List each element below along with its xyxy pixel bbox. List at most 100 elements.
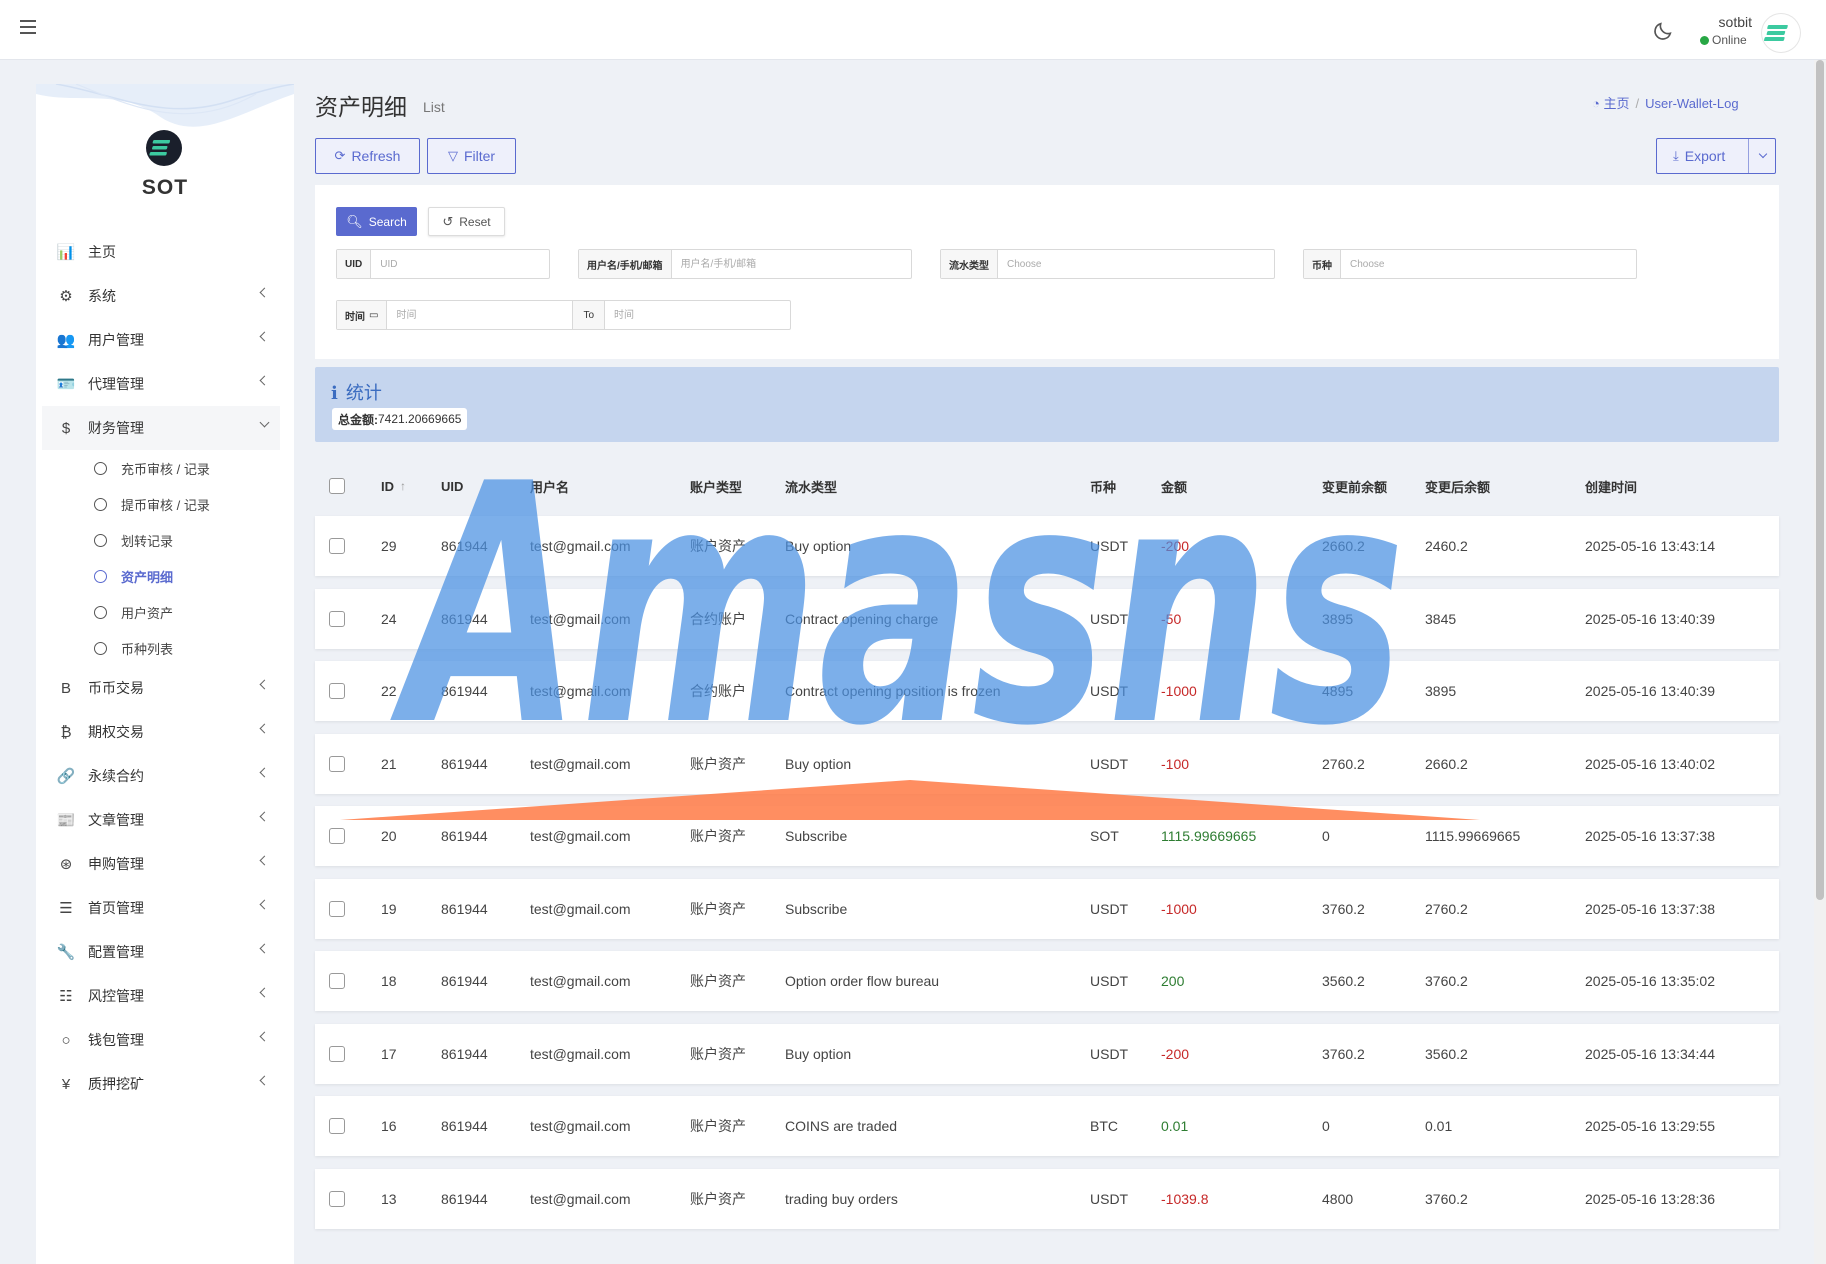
sidebar-item-8[interactable]: 📰 文章管理	[36, 798, 294, 842]
reset-button[interactable]: ↺ Reset	[428, 207, 505, 236]
cell-uid: 861944	[441, 1190, 488, 1207]
sidebar-item-11[interactable]: 🔧 配置管理	[36, 930, 294, 974]
cell-account: 账户资产	[690, 1190, 746, 1207]
breadcrumb-current[interactable]: User-Wallet-Log	[1645, 96, 1738, 111]
cell-uid: 861944	[441, 1118, 488, 1134]
row-checkbox[interactable]	[329, 610, 345, 627]
sidebar-item-7[interactable]: 🔗 永续合约	[36, 754, 294, 798]
cell-after: 2460.2	[1425, 538, 1468, 554]
export-dropdown-icon[interactable]	[1758, 149, 1768, 159]
sidebar-item-3[interactable]: 🪪 代理管理	[36, 362, 294, 406]
cell-user: test@gmail.com	[530, 538, 631, 554]
search-icon: 🔍︎	[346, 213, 363, 229]
filter-button[interactable]: ▽ Filter	[427, 138, 516, 174]
dashboard-icon: ◔	[1592, 96, 1600, 111]
table-row[interactable]: 22 861944 test@gmail.com 合约账户 Contract openi…	[315, 661, 1779, 721]
cell-amount: -200	[1161, 538, 1190, 554]
submenu-item-1[interactable]: 提币审核 / 记录	[36, 486, 294, 522]
cell-time: 2025-05-16 13:35:02	[1585, 973, 1715, 989]
sidebar-item-4[interactable]: $ 财务管理	[42, 406, 280, 450]
sidebar-item-10[interactable]: ☰ 首页管理	[36, 886, 294, 930]
refresh-button[interactable]: ⟳ Refresh	[315, 138, 420, 174]
sidebar-item-5[interactable]: B 币币交易	[36, 666, 294, 710]
sidebar-item-0[interactable]: 📊 主页	[36, 230, 294, 274]
cell-coin: USDT	[1090, 683, 1129, 699]
scrollbar-thumb[interactable]	[1816, 60, 1824, 900]
row-checkbox[interactable]	[329, 828, 345, 844]
sidebar-item-label: 币币交易	[88, 680, 144, 696]
row-checkbox[interactable]	[329, 1190, 345, 1207]
table-row[interactable]: 16 861944 test@gmail.com 账户资产 COINS are trad…	[315, 1096, 1779, 1156]
cell-amount: -200	[1161, 1045, 1190, 1062]
row-checkbox[interactable]	[329, 755, 345, 772]
sidebar-item-12[interactable]: ☷ 风控管理	[36, 974, 294, 1018]
sidebar-item-14[interactable]: ¥ 质押挖矿	[36, 1062, 294, 1106]
column-header-label: 币种	[1090, 479, 1117, 495]
table-row[interactable]: 18 861944 test@gmail.com 账户资产 Option order f…	[315, 951, 1779, 1011]
row-checkbox[interactable]	[329, 683, 345, 699]
submenu-item-5[interactable]: 币种列表	[36, 630, 294, 666]
export-button[interactable]: ⤓ Export	[1656, 138, 1776, 174]
submenu-item-3[interactable]: 资产明细	[36, 558, 294, 594]
type-filter-label: 流水类型	[941, 250, 998, 278]
circle-icon: ○	[61, 1031, 71, 1049]
coin-select[interactable]	[1341, 250, 1636, 278]
user-name[interactable]: sotbit	[1712, 14, 1752, 30]
sidebar-item-13[interactable]: ○ 钱包管理	[36, 1018, 294, 1062]
row-checkbox[interactable]	[329, 1118, 345, 1134]
avatar[interactable]	[1762, 14, 1800, 52]
column-header-0[interactable]: ID ↑	[381, 466, 406, 506]
type-select[interactable]	[998, 250, 1274, 278]
row-checkbox[interactable]	[329, 1045, 345, 1062]
circle-icon	[94, 605, 107, 619]
breadcrumb-home[interactable]: 主页	[1603, 96, 1629, 111]
cell-amount: -50	[1161, 610, 1182, 627]
cell-after: 1115.99669665	[1425, 828, 1521, 844]
submenu-item-2[interactable]: 划转记录	[36, 522, 294, 558]
table-row[interactable]: 13 861944 test@gmail.com 账户资产 trading buy or…	[315, 1168, 1779, 1229]
column-header-label: 账户类型	[690, 479, 743, 495]
submenu-item-4[interactable]: 用户资产	[36, 594, 294, 630]
cell-amount: 1115.99669665	[1161, 828, 1257, 844]
table-row[interactable]: 21 861944 test@gmail.com 账户资产 Buy option USDT…	[315, 733, 1779, 794]
sort-arrow-icon[interactable]: ↑	[400, 479, 406, 493]
sidebar-item-6[interactable]: ₿ 期权交易	[36, 710, 294, 754]
menu-toggle-icon[interactable]	[20, 20, 36, 34]
cell-uid: 861944	[441, 755, 488, 772]
row-checkbox[interactable]	[329, 538, 345, 554]
chevron-left-icon	[259, 1075, 270, 1086]
chevron-left-icon	[259, 987, 270, 998]
time-label-text: 时间	[345, 311, 365, 323]
cell-before: 3895	[1322, 610, 1354, 627]
dark-mode-moon-icon[interactable]	[1652, 20, 1674, 42]
cell-time: 2025-05-16 13:29:55	[1585, 1118, 1715, 1134]
sidebar-item-9[interactable]: ⊛ 申购管理	[36, 842, 294, 886]
uid-input[interactable]	[371, 250, 549, 278]
table-row[interactable]: 19 861944 test@gmail.com 账户资产 Subscribe USDT -…	[315, 878, 1779, 939]
cell-before: 3760.2	[1322, 900, 1365, 917]
table-row[interactable]: 29 861944 test@gmail.com 账户资产 Buy option USDT…	[315, 516, 1779, 576]
select-all-checkbox[interactable]	[329, 478, 345, 494]
time-start-input[interactable]	[387, 301, 573, 329]
sidebar-item-2[interactable]: 👥 用户管理	[36, 318, 294, 362]
sot-logo-icon	[149, 140, 171, 156]
scrollbar[interactable]	[1814, 60, 1826, 1264]
sidebar-item-label: 钱包管理	[88, 1032, 144, 1048]
sidebar-item-1[interactable]: ⚙ 系统	[36, 274, 294, 318]
table-row[interactable]: 17 861944 test@gmail.com 账户资产 Buy option USDT…	[315, 1023, 1779, 1084]
table-row[interactable]: 20 861944 test@gmail.com 账户资产 Subscribe SOT 11…	[315, 806, 1779, 866]
search-button[interactable]: 🔍︎ Search	[336, 207, 417, 236]
download-icon: ⤓	[1673, 148, 1679, 163]
row-checkbox[interactable]	[329, 900, 345, 917]
table-row[interactable]: 24 861944 test@gmail.com 合约账户 Contract openi…	[315, 588, 1779, 649]
wrench-icon: 🔧	[56, 944, 76, 961]
submenu-item-label: 划转记录	[121, 533, 174, 549]
top-bar: sotbit Online	[0, 0, 1826, 60]
time-end-input[interactable]	[605, 301, 791, 329]
column-header-3: 账户类型	[690, 466, 742, 506]
row-checkbox[interactable]	[329, 973, 345, 989]
submenu-item-0[interactable]: 充币审核 / 记录	[36, 450, 294, 486]
user-input[interactable]	[671, 250, 911, 278]
chevron-left-icon	[259, 811, 270, 822]
cell-user: test@gmail.com	[530, 683, 631, 699]
